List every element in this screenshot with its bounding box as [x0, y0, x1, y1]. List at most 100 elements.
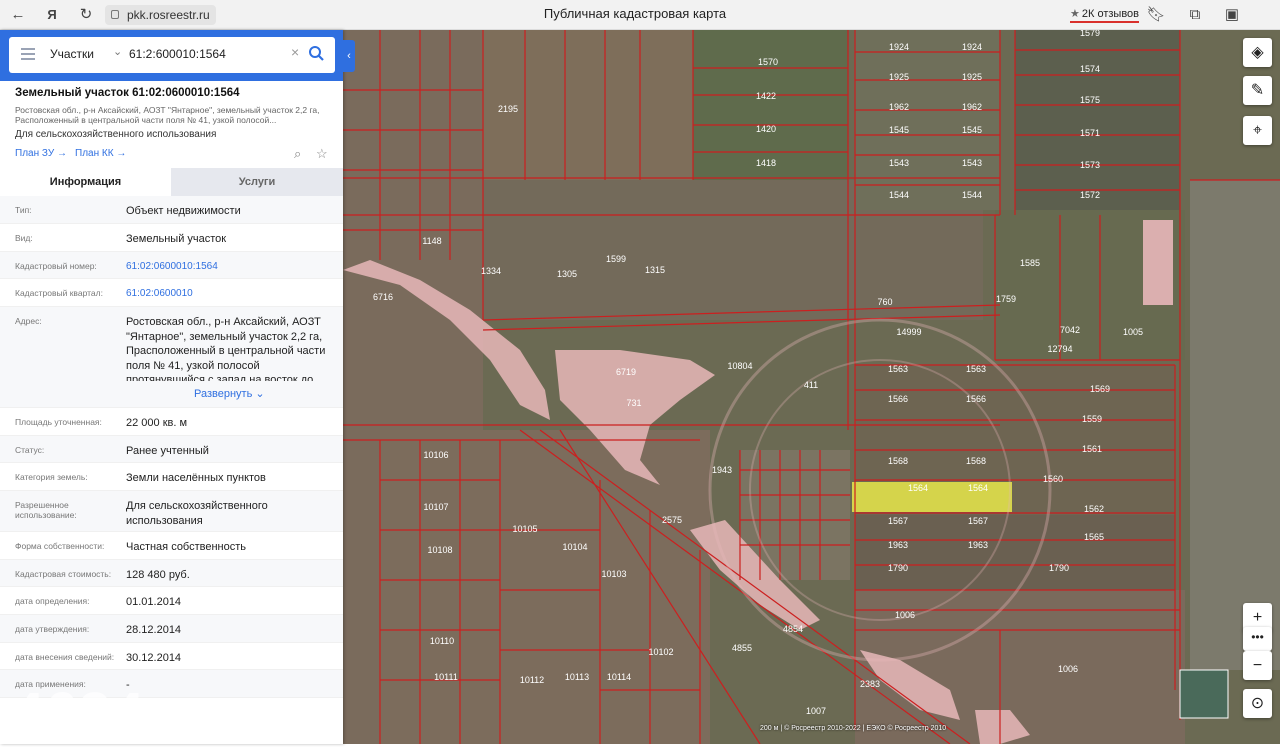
parcel-number-label: 10102	[648, 647, 673, 657]
parcel-number-label: 2195	[498, 104, 518, 114]
parcel-number-label: 1565	[1084, 532, 1104, 542]
layers-button[interactable]: ◈	[1243, 38, 1272, 67]
extension-icon[interactable]: ▣	[1222, 5, 1242, 25]
parcel-number-label: 1315	[645, 265, 665, 275]
info-row-ownership: Форма собственности: Частная собственност…	[0, 532, 343, 560]
row-value: Объект недвижимости	[126, 205, 241, 217]
parcel-number-label: 1924	[889, 42, 909, 52]
bookmark-icon[interactable]: 🔖︎	[1146, 5, 1166, 25]
parcel-number-label: 760	[877, 297, 892, 307]
collections-icon[interactable]: ⧉	[1185, 5, 1205, 25]
reviews-link[interactable]: ★ 2К отзывов	[1070, 7, 1140, 23]
zoom-levels-button[interactable]: •••	[1243, 627, 1272, 651]
cadastral-number-link[interactable]: 61:02:0600010:1564	[126, 260, 334, 275]
search-input[interactable]: 61:2:600010:1564	[129, 47, 226, 61]
search-box[interactable]: Участки ⌄ 61:2:600010:1564 ×	[9, 37, 335, 73]
parcel-number-label: 1963	[888, 540, 908, 550]
parcel-number-label: 1563	[966, 364, 986, 374]
favorite-star-icon[interactable]: ☆	[316, 146, 328, 162]
row-value: 28.12.2014	[126, 624, 182, 636]
parcel-number-label: 1545	[962, 125, 982, 135]
parcel-number-label: 1305	[557, 269, 577, 279]
parcel-number-label: 1567	[888, 516, 908, 526]
menu-icon[interactable]	[21, 48, 35, 63]
row-value: Земли населённых пунктов	[126, 472, 266, 484]
row-label: Вид:	[15, 233, 33, 243]
dots-icon: •••	[1251, 630, 1264, 644]
collapse-panel-button[interactable]: ‹	[343, 40, 355, 72]
measure-button[interactable]: ✎	[1243, 76, 1272, 105]
info-table: Тип: Объект недвижимости Вид: Земельный уч…	[0, 196, 343, 698]
info-row-entry-date: дата внесения сведений: 30.12.2014	[0, 643, 343, 670]
parcel-number-label: 1559	[1082, 414, 1102, 424]
parcel-number-label: 12794	[1047, 344, 1072, 354]
parcel-number-label: 1568	[888, 456, 908, 466]
parcel-number-label: 1759	[996, 294, 1016, 304]
row-value: Для сельскохозяйственного использования	[126, 500, 268, 527]
parcel-number-label: 1007	[806, 706, 826, 716]
star-icon: ★	[1070, 8, 1080, 20]
parcel-number-label: 1566	[888, 394, 908, 404]
parcel-number-label: 10108	[427, 545, 452, 555]
row-value: 22 000 кв. м	[126, 417, 188, 429]
search-type-select[interactable]: Участки	[50, 47, 94, 61]
row-label: Адрес:	[15, 316, 42, 326]
expand-address-button[interactable]: Развернуть ⌄	[194, 387, 265, 400]
search-icon[interactable]	[307, 44, 327, 64]
tab-services[interactable]: Услуги	[171, 168, 343, 196]
parcel-number-label: 1568	[966, 456, 986, 466]
info-row-quarter: Кадастровый квартал: 61:02:0600010	[0, 279, 343, 307]
reviews-text: 2К отзывов	[1081, 8, 1140, 20]
compass-button[interactable]: ⊙	[1243, 689, 1272, 718]
parcel-number-label: 1572	[1080, 190, 1100, 200]
minimap-thumbnail[interactable]	[1179, 669, 1229, 719]
parcel-number-label: 1543	[889, 158, 909, 168]
object-address: Ростовская обл., р-н Аксайский, АОЗТ "Ян…	[15, 105, 320, 125]
parcel-number-label: 14999	[896, 327, 921, 337]
parcel-number-label: 6719	[616, 367, 636, 377]
clear-icon[interactable]: ×	[291, 44, 299, 60]
parcel-number-label: 1545	[889, 125, 909, 135]
row-value: 128 480 руб.	[126, 569, 190, 581]
parcel-number-label: 1599	[606, 254, 626, 264]
object-title: Земельный участок 61:02:0600010:1564	[15, 87, 240, 99]
parcel-number-label: 1148	[422, 236, 441, 246]
compass-icon: ⊙	[1250, 695, 1265, 712]
tab-info[interactable]: Информация	[0, 168, 171, 196]
parcel-number-label: 2575	[662, 515, 682, 525]
parcel-number-label: 10804	[727, 361, 752, 371]
info-row-status: Статус: Ранее учтенный	[0, 436, 343, 463]
zoom-out-button[interactable]: −	[1243, 651, 1272, 680]
info-row-type: Тип: Объект недвижимости	[0, 196, 343, 224]
parcel-number-label: 10104	[562, 542, 587, 552]
parcel-number-label: 10112	[520, 675, 544, 685]
parcel-number-label: 1006	[895, 610, 915, 620]
zoom-to-object-icon[interactable]: ⌕	[294, 146, 301, 162]
info-row-def-date: дата определения: 01.01.2014	[0, 587, 343, 615]
plan-zu-link[interactable]: План ЗУ →	[15, 148, 67, 159]
parcel-number-label: 1543	[962, 158, 982, 168]
parcel-number-label: 1574	[1080, 64, 1100, 74]
parcel-number-label: 10105	[512, 524, 537, 534]
parcel-number-label: 1962	[962, 102, 982, 112]
parcel-number-label: 10113	[565, 672, 589, 682]
chevron-down-icon[interactable]: ⌄	[113, 45, 122, 58]
row-label: Тип:	[15, 205, 32, 215]
parcel-number-label: 1334	[481, 266, 501, 276]
parcel-number-label: 6716	[373, 292, 393, 302]
parcel-number-label: 1418	[756, 158, 776, 168]
parcel-number-label: 10110	[430, 636, 454, 646]
cadastral-quarter-link[interactable]: 61:02:0600010	[126, 287, 334, 302]
info-row-cadnum: Кадастровый номер: 61:02:0600010:1564	[0, 252, 343, 279]
parcel-number-label: 1562	[1084, 504, 1104, 514]
plan-kk-link[interactable]: План КК →	[75, 148, 126, 159]
parcel-number-label: 1005	[1123, 327, 1143, 337]
expand-label: Развернуть	[194, 388, 253, 400]
parcel-number-label: 1564	[968, 483, 988, 493]
row-label: Кадастровый квартал:	[15, 288, 103, 298]
parcel-number-label: 1585	[1020, 258, 1040, 268]
row-value: 01.01.2014	[126, 596, 182, 608]
parcel-number-label: 1006	[1058, 664, 1078, 674]
locate-button[interactable]: ⌖	[1243, 116, 1272, 145]
parcel-number-label: 1573	[1080, 160, 1100, 170]
